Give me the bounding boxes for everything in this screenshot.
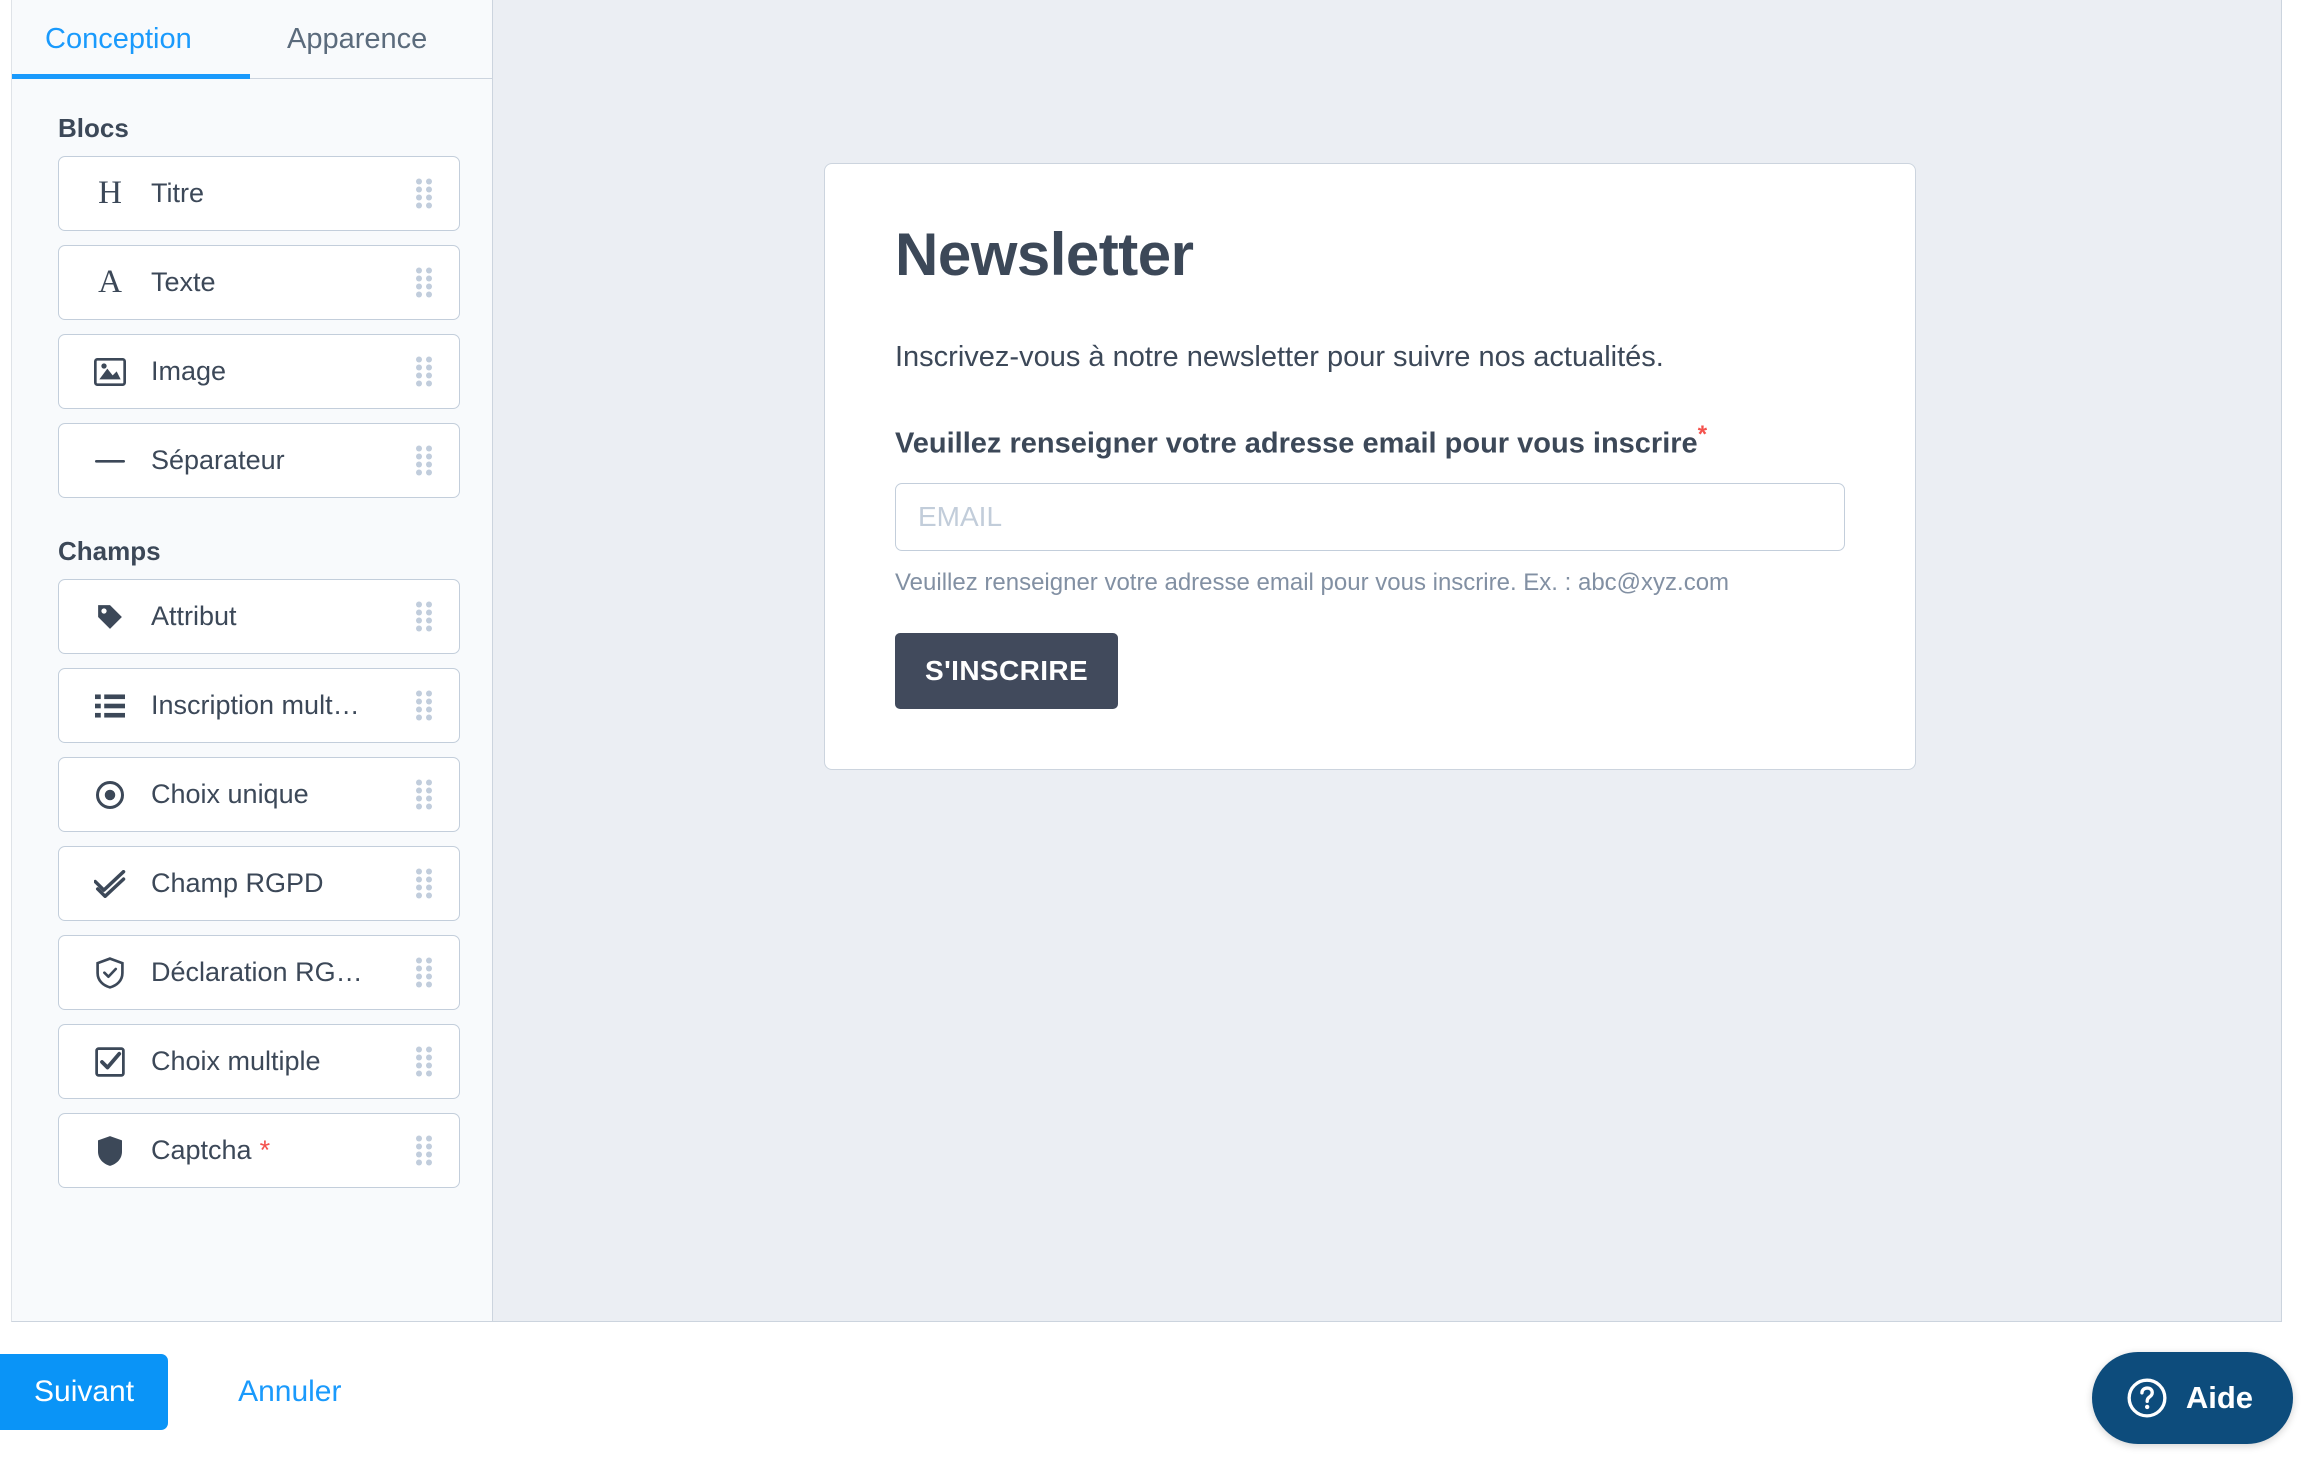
- tag-icon: [93, 602, 127, 632]
- palette-item-separateur[interactable]: Séparateur: [58, 423, 460, 498]
- question-circle-icon: [2126, 1377, 2168, 1419]
- text-glyph-char: A: [98, 264, 122, 300]
- heading-glyph-char: H: [98, 175, 122, 211]
- drag-handle-icon[interactable]: [416, 445, 433, 476]
- drag-handle-icon[interactable]: [416, 1135, 433, 1166]
- email-help-text: Veuillez renseigner votre adresse email …: [895, 568, 1730, 596]
- shield-check-icon: [93, 956, 127, 989]
- email-field-label-text: Veuillez renseigner votre adresse email …: [895, 427, 1698, 460]
- palette-item-texte[interactable]: A Texte: [58, 245, 460, 320]
- palette-item-label: Séparateur: [151, 445, 285, 475]
- palette-item-label: Choix unique: [151, 779, 309, 809]
- radio-icon: [93, 780, 127, 810]
- section-label-blocs: Blocs: [58, 113, 129, 143]
- required-asterisk: *: [1697, 421, 1708, 449]
- palette-item-required-mark: *: [259, 1135, 271, 1165]
- checkbox-icon: [93, 1046, 127, 1077]
- palette-item-inscription-multiple[interactable]: Inscription mult…: [58, 668, 460, 743]
- tab-conception-label: Conception: [45, 23, 192, 55]
- sidebar-tabbar: Conception Apparence: [12, 0, 492, 79]
- form-builder-app: Conception Apparence Blocs H Titre A Tex…: [0, 0, 2314, 1462]
- palette-item-choix-multiple[interactable]: Choix multiple: [58, 1024, 460, 1099]
- heading-glyph-icon: H: [93, 177, 127, 210]
- form-canvas: Newsletter Inscrivez-vous à notre newsle…: [493, 0, 2281, 1321]
- block-palette: Blocs H Titre A Texte Image Séparateur C…: [12, 79, 492, 1321]
- drag-handle-icon[interactable]: [416, 356, 433, 387]
- email-field-label: Veuillez renseigner votre adresse email …: [895, 421, 1845, 461]
- palette-item-label: Titre: [151, 178, 204, 208]
- drag-handle-icon[interactable]: [416, 267, 433, 298]
- palette-item-champ-rgpd[interactable]: Champ RGPD: [58, 846, 460, 921]
- drag-handle-icon[interactable]: [416, 690, 433, 721]
- drag-handle-icon[interactable]: [416, 178, 433, 209]
- drag-handle-icon[interactable]: [416, 1046, 433, 1077]
- palette-item-image[interactable]: Image: [58, 334, 460, 409]
- text-glyph-icon: A: [93, 266, 127, 299]
- page-title: Newsletter: [895, 221, 1194, 288]
- palette-item-label: Inscription mult…: [151, 690, 360, 720]
- sidebar: Conception Apparence Blocs H Titre A Tex…: [12, 0, 493, 1321]
- footer-bar: Suivant Annuler: [0, 1322, 2314, 1462]
- drag-handle-icon[interactable]: [416, 868, 433, 899]
- help-widget-label: Aide: [2185, 1380, 2253, 1415]
- palette-item-label: Texte: [151, 267, 216, 297]
- palette-item-label: Champ RGPD: [151, 868, 324, 898]
- form-preview-card[interactable]: Newsletter Inscrivez-vous à notre newsle…: [824, 163, 1916, 770]
- palette-item-label: Déclaration RG…: [151, 957, 363, 987]
- list-icon: [93, 693, 127, 719]
- separator-icon: [93, 456, 127, 466]
- double-check-icon: [93, 869, 127, 898]
- palette-item-attribut[interactable]: Attribut: [58, 579, 460, 654]
- palette-item-label: Attribut: [151, 601, 237, 631]
- drag-handle-icon[interactable]: [416, 957, 433, 988]
- cancel-button[interactable]: Annuler: [228, 1365, 351, 1419]
- drag-handle-icon[interactable]: [416, 779, 433, 810]
- drag-handle-icon[interactable]: [416, 601, 433, 632]
- tab-conception[interactable]: Conception: [12, 0, 250, 79]
- next-button[interactable]: Suivant: [0, 1354, 169, 1430]
- tab-apparence-label: Apparence: [287, 23, 428, 55]
- tab-apparence[interactable]: Apparence: [287, 0, 427, 78]
- palette-item-declaration-rgpd[interactable]: Déclaration RG…: [58, 935, 460, 1010]
- form-description: Inscrivez-vous à notre newsletter pour s…: [895, 341, 1664, 373]
- help-widget-button[interactable]: Aide: [2091, 1352, 2293, 1444]
- palette-item-label: Choix multiple: [151, 1046, 321, 1076]
- shield-filled-icon: [93, 1135, 127, 1167]
- palette-item-choix-unique[interactable]: Choix unique: [58, 757, 460, 832]
- palette-item-captcha[interactable]: Captcha *: [58, 1113, 460, 1188]
- builder-workspace: Conception Apparence Blocs H Titre A Tex…: [11, 0, 2282, 1322]
- section-label-champs: Champs: [58, 536, 161, 566]
- palette-item-label: Captcha: [151, 1135, 252, 1165]
- subscribe-button[interactable]: S'INSCRIRE: [895, 632, 1119, 709]
- email-input[interactable]: [895, 482, 1845, 551]
- palette-item-label: Image: [151, 356, 227, 386]
- image-icon: [93, 357, 127, 386]
- palette-item-titre[interactable]: H Titre: [58, 156, 460, 231]
